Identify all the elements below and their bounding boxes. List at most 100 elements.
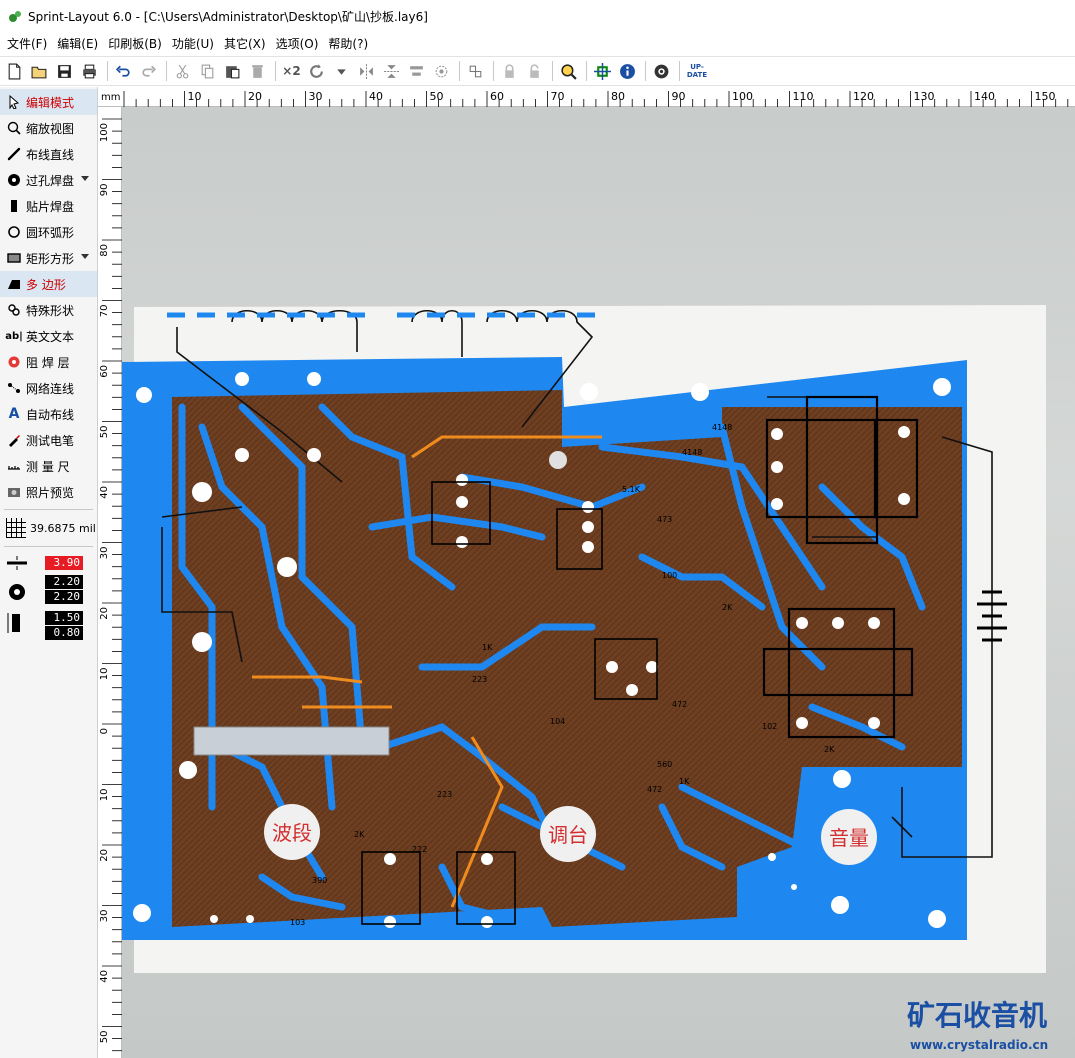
chevron-down-icon[interactable] [81,176,89,181]
new-file-button[interactable] [3,60,26,83]
tool-autoroute[interactable]: A 自动布线 [0,401,97,427]
mirror-vertical-icon [384,64,399,78]
component-button[interactable] [464,60,487,83]
toolbar-separator [586,61,587,81]
photo-icon [6,484,22,500]
tool-polygon[interactable]: 多 边形 [0,271,97,297]
ruler-label: 50 [99,426,110,439]
mirror-horizontal-button[interactable] [355,60,378,83]
redo-icon [142,65,157,77]
undo-button[interactable] [112,60,135,83]
tool-via-pad[interactable]: 过孔焊盘 [0,167,97,193]
menu-edit[interactable]: 编辑(E) [52,34,103,54]
ruler-label: 80 [611,90,625,103]
zoom-button[interactable] [557,60,580,83]
tool-solder-mask[interactable]: 阻 焊 层 [0,349,97,375]
tool-photo[interactable]: 照片预览 [0,479,97,505]
track-width-input[interactable]: 3.90 [45,556,83,570]
ruler-label: 10 [188,90,202,103]
ruler-label: 90 [99,184,110,197]
unlock-icon [530,63,539,78]
left-ruler: 100 90 80 70 60 50 40 30 20 10 0 10 20 30 40 50 [98,107,122,1058]
ruler-label: 110 [793,90,814,103]
print-button[interactable] [78,60,101,83]
tool-ruler[interactable]: 测 量 尺 [0,453,97,479]
smd-height-input[interactable]: 0.80 [45,626,83,640]
pad-inner-input[interactable]: 2.20 [45,590,83,604]
delete-button[interactable] [246,60,269,83]
tool-edit-mode[interactable]: 编辑模式 [0,89,97,115]
tool-rectangle[interactable]: 矩形方形 [0,245,97,271]
track-width-icon [7,556,27,570]
ruler-label: 50 [430,90,444,103]
menu-functions[interactable]: 功能(U) [167,34,219,54]
mirror-vertical-button[interactable] [380,60,403,83]
group-button[interactable] [430,60,453,83]
open-file-button[interactable] [28,60,51,83]
left-ruler-scale: 10090807060504030201001020304050 [99,118,122,1052]
pad-outer-input[interactable]: 2.20 [45,575,83,589]
save-button[interactable] [53,60,76,83]
part-label: 103 [290,918,305,927]
pcb-canvas[interactable]: 4148 4148 473 223 472 102 472 222 223 39… [122,107,1075,1058]
part-label: 4148 [682,448,702,457]
tool-label: 布线直线 [26,147,75,162]
menu-options[interactable]: 选项(O) [271,34,324,54]
info-button[interactable] [616,60,639,83]
tool-zoom[interactable]: 缩放视图 [0,115,97,141]
crosshair-button[interactable] [591,60,614,83]
ruler-label: 60 [99,365,110,378]
ruler-label: 140 [974,90,995,103]
tool-text[interactable]: ab| 英文文本 [0,323,97,349]
rotate-dropdown[interactable] [330,60,353,83]
part-label: 2K [824,745,835,754]
menu-extras[interactable]: 其它(X) [219,34,271,54]
ruler-label: 70 [551,90,565,103]
track-icon [6,146,22,162]
menu-file[interactable]: 文件(F) [2,34,52,54]
redo-button[interactable] [137,60,160,83]
tool-connection[interactable]: 网络连线 [0,375,97,401]
duplicate-button[interactable]: ×2 [280,60,303,83]
text-icon: ab| [5,330,23,342]
align-button[interactable] [405,60,428,83]
tool-track[interactable]: 布线直线 [0,141,97,167]
menu-board[interactable]: 印刷板(B) [103,34,167,54]
lock-button[interactable] [498,60,521,83]
tool-test-pen[interactable]: 测试电笔 [0,427,97,453]
ruler-label: 40 [99,970,110,983]
menu-help[interactable]: 帮助(?) [323,34,373,54]
rotate-button[interactable] [305,60,328,83]
mirror-icon [360,63,373,79]
solder-mask-icon [6,354,22,370]
smd-width-input[interactable]: 1.50 [45,611,83,625]
ruler-label: 40 [99,486,110,499]
open-folder-icon [31,66,47,78]
ruler-label: 90 [672,90,686,103]
part-label: 2K [722,603,733,612]
paste-button[interactable] [221,60,244,83]
tool-label: 过孔焊盘 [26,173,75,188]
copy-button[interactable] [196,60,219,83]
unlock-button[interactable] [523,60,546,83]
gear-icon [654,64,669,78]
part-label: 390 [312,876,327,885]
part-label: 473 [657,515,672,524]
smd-pad-icon [6,198,22,214]
chevron-down-icon[interactable] [81,254,89,259]
app-window: Sprint-Layout 6.0 - [C:\Users\Administra… [0,0,1075,1058]
tuning-label: 调台 [548,823,588,847]
ruler-label: 120 [853,90,874,103]
ruler-label: 100 [99,123,110,142]
tool-special-shape[interactable]: 特殊形状 [0,297,97,323]
cut-button[interactable] [171,60,194,83]
ruler-label: 30 [99,547,110,560]
part-label: 1K [679,777,690,786]
update-button[interactable]: UP- DATE [684,60,710,83]
tool-smd-pad[interactable]: 贴片焊盘 [0,193,97,219]
watermark-title: 矿石收音机 [907,999,1047,1032]
tool-circle-arc[interactable]: 圆环弧形 [0,219,97,245]
part-label: 223 [437,790,452,799]
settings-button[interactable] [650,60,673,83]
grid-size-selector[interactable]: 39.6875 mil [0,514,97,542]
